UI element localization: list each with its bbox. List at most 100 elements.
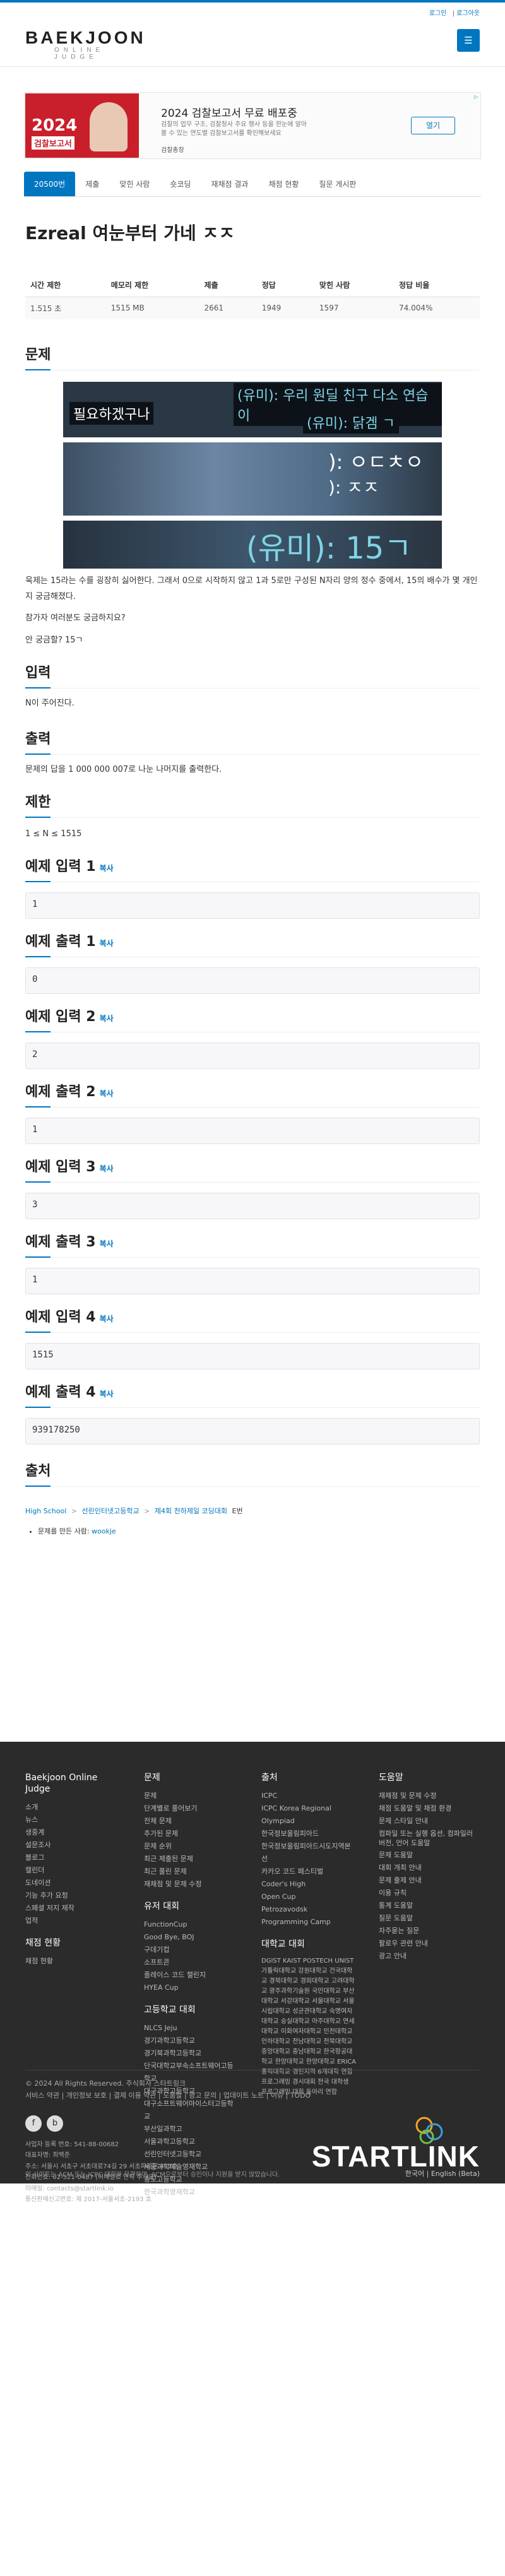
info-value[interactable]: 1597 xyxy=(314,297,394,319)
footer-link[interactable]: 구데기컵 xyxy=(144,1944,239,1956)
footer-link[interactable]: 대구소프트웨어마이스터고등학교 xyxy=(144,2098,239,2123)
footer-col-title: 유저 대회 xyxy=(144,1901,179,1911)
tab-board[interactable]: 질문 게시판 xyxy=(309,172,366,196)
footer-link[interactable]: Programming Camp xyxy=(261,1916,356,1929)
facebook-icon[interactable]: f xyxy=(25,2115,42,2132)
footer-link[interactable]: 팔로우 관련 안내 xyxy=(379,1937,480,1950)
footer-link[interactable]: 최근 제출된 문제 xyxy=(144,1853,239,1865)
footer-link[interactable]: 추가된 문제 xyxy=(144,1828,239,1840)
ad-open-button[interactable]: 열기 xyxy=(411,117,455,134)
footer-col-title: 도움말 xyxy=(379,1772,403,1783)
copy-button[interactable]: 복사 xyxy=(100,1089,114,1098)
footer-link[interactable]: 질문 도움말 xyxy=(379,1912,480,1925)
info-value[interactable]: 2661 xyxy=(199,297,257,319)
footer-link[interactable]: 통계 도움말 xyxy=(379,1900,480,1912)
footer-link[interactable]: 생중계 xyxy=(25,1826,114,1839)
copy-button[interactable]: 복사 xyxy=(100,864,114,873)
footer-link[interactable]: 캘린더 xyxy=(25,1864,114,1877)
blog-icon[interactable]: b xyxy=(47,2115,63,2132)
footer-link[interactable]: 문제 순위 xyxy=(144,1840,239,1853)
header: 로그인 | 로그아웃 BAEKJOON ONLINE JUDGE ☰ xyxy=(0,3,505,67)
footer-link[interactable]: ICPC Korea Regional xyxy=(261,1802,356,1815)
footer-link[interactable]: 최근 풀린 문제 xyxy=(144,1865,239,1878)
logout-link[interactable]: 로그아웃 xyxy=(456,10,480,17)
footer-link[interactable]: 이용 규칙 xyxy=(379,1887,480,1900)
footer-col-problems: 문제 문제 단계별로 풀어보기 전체 문제 추가된 문제 문제 순위 최근 제출… xyxy=(144,1772,239,2199)
footer-link[interactable]: 재채점 및 문제 수정 xyxy=(379,1790,480,1802)
copy-button[interactable]: 복사 xyxy=(100,1014,114,1023)
footer-link[interactable]: 경기과학고등학교 xyxy=(144,2035,239,2047)
footer-link[interactable]: 전체 문제 xyxy=(144,1815,239,1828)
footer-link[interactable]: 재채점 및 문제 수정 xyxy=(144,1878,239,1891)
footer-link[interactable]: 소개 xyxy=(25,1801,114,1814)
menu-button[interactable]: ☰ xyxy=(457,29,480,52)
footer-link[interactable]: Olympiad xyxy=(261,1815,356,1828)
source-link[interactable]: High School xyxy=(25,1507,66,1515)
output-description: 문제의 답을 1 000 000 007로 나눈 나머지를 출력한다. xyxy=(25,765,222,775)
footer-link[interactable]: HYEA Cup xyxy=(144,1982,239,1994)
footer-link[interactable]: NLCS Jeju xyxy=(144,2022,239,2035)
footer-link[interactable]: 뉴스 xyxy=(25,1814,114,1826)
footer-link[interactable]: FunctionCup xyxy=(144,1918,239,1931)
footer-link[interactable]: 채점 현황 xyxy=(25,1955,114,1968)
source-link[interactable]: 선린인터넷고등학교 xyxy=(82,1507,140,1515)
footer-link[interactable]: 블로그 xyxy=(25,1852,114,1864)
description-paragraph: 참가자 여러분도 궁금하지요? xyxy=(25,613,126,623)
footer-link[interactable]: 광고 안내 xyxy=(379,1950,480,1963)
footer-link[interactable]: 문제 출제 안내 xyxy=(379,1874,480,1887)
copy-button[interactable]: 복사 xyxy=(100,1390,114,1398)
footer-policy-links[interactable]: 서비스 약관 | 개인정보 보호 | 결제 이용 약관 | 도움말 | 광고 문… xyxy=(25,2090,480,2102)
footer-link[interactable]: 기능 추가 요청 xyxy=(25,1889,114,1902)
footer-link[interactable]: 소프트콘 xyxy=(144,1956,239,1969)
footer-link[interactable]: 부산일과학고 xyxy=(144,2123,239,2136)
footer-link[interactable]: 문제 xyxy=(144,1790,239,1802)
ad-banner[interactable]: 2024 검찰보고서 2024 검찰보고서 무료 배포중 검찰의 업무 구조, … xyxy=(24,92,481,159)
sample-heading: 예제 출력 3 복사 xyxy=(25,1231,480,1258)
source-link[interactable]: 제4회 천하제일 코딩대회 xyxy=(155,1507,227,1515)
ad-image-caption: 검찰보고서 xyxy=(32,136,74,150)
footer-link[interactable]: 한국정보올림피아드 xyxy=(261,1828,356,1840)
section-source: 출처 xyxy=(25,1460,480,1487)
copy-button[interactable]: 복사 xyxy=(100,1315,114,1323)
tab-status[interactable]: 채점 현황 xyxy=(258,172,309,196)
footer-link[interactable]: 자주묻는 질문 xyxy=(379,1925,480,1937)
footer-link[interactable]: Coder's High xyxy=(261,1878,356,1891)
site-logo[interactable]: BAEKJOON ONLINE JUDGE xyxy=(25,28,152,61)
footer-col-help: 도움말 재채점 및 문제 수정 채점 도움말 및 채점 환경 문제 스타일 안내… xyxy=(379,1772,480,1963)
footer-link[interactable]: 도네이션 xyxy=(25,1877,114,1889)
comic-panel: ): ㅇㄷㅊㅇ ): ㅈㅈ xyxy=(63,442,442,516)
footer-link[interactable]: 설문조사 xyxy=(25,1839,114,1852)
footer-link[interactable]: 한국정보올림피아드시도지역본선 xyxy=(261,1840,356,1865)
footer-link[interactable]: Petrozavodsk xyxy=(261,1903,356,1916)
footer-link[interactable]: 경기북과학고등학교 xyxy=(144,2047,239,2060)
ad-title: 2024 검찰보고서 무료 배포중 xyxy=(161,107,297,120)
copy-button[interactable]: 복사 xyxy=(100,1164,114,1173)
footer-link[interactable]: Open Cup xyxy=(261,1891,356,1903)
footer-link[interactable]: 플레이스 코드 챌린지 xyxy=(144,1969,239,1982)
footer-link[interactable]: 카카오 코드 페스티벌 xyxy=(261,1865,356,1878)
author-link[interactable]: wookje xyxy=(92,1527,116,1535)
tab-short-coding[interactable]: 숏코딩 xyxy=(160,172,201,196)
footer-link[interactable]: Good Bye, BOJ xyxy=(144,1931,239,1944)
footer-link[interactable]: 채점 도움말 및 채점 환경 xyxy=(379,1802,480,1815)
sample-box: 0 xyxy=(25,967,480,994)
adchoices-icon[interactable]: ▷ xyxy=(474,94,478,100)
tab-submit[interactable]: 제출 xyxy=(75,172,109,196)
footer-link[interactable]: 컴파일 또는 실행 옵션, 컴파일러 버전, 언어 도움말 xyxy=(379,1829,480,1848)
tab-solvers[interactable]: 맞힌 사람 xyxy=(109,172,160,196)
footer-link[interactable]: 대회 개최 안내 xyxy=(379,1862,480,1874)
footer-link[interactable]: ICPC xyxy=(261,1790,356,1802)
copy-button[interactable]: 복사 xyxy=(100,939,114,948)
copy-button[interactable]: 복사 xyxy=(100,1239,114,1248)
footer-link[interactable]: 단계별로 풀어보기 xyxy=(144,1802,239,1815)
footer-link[interactable]: 업적 xyxy=(25,1915,114,1927)
tab-problem[interactable]: 20500번 xyxy=(24,172,76,196)
language-selector[interactable]: 한국어 | English (Beta) xyxy=(405,2168,480,2178)
footer-link[interactable]: 스페셜 저지 제작 xyxy=(25,1902,114,1915)
limit-description: 1 ≤ N ≤ 1515 xyxy=(25,829,82,839)
footer-link[interactable]: 문제 스타일 안내 xyxy=(379,1815,480,1828)
login-link[interactable]: 로그인 xyxy=(429,10,447,17)
comic-text: ): ㅈㅈ xyxy=(328,477,379,498)
tab-rejudge[interactable]: 재채점 결과 xyxy=(201,172,258,196)
footer-link[interactable]: 문제 도움말 xyxy=(379,1849,480,1862)
